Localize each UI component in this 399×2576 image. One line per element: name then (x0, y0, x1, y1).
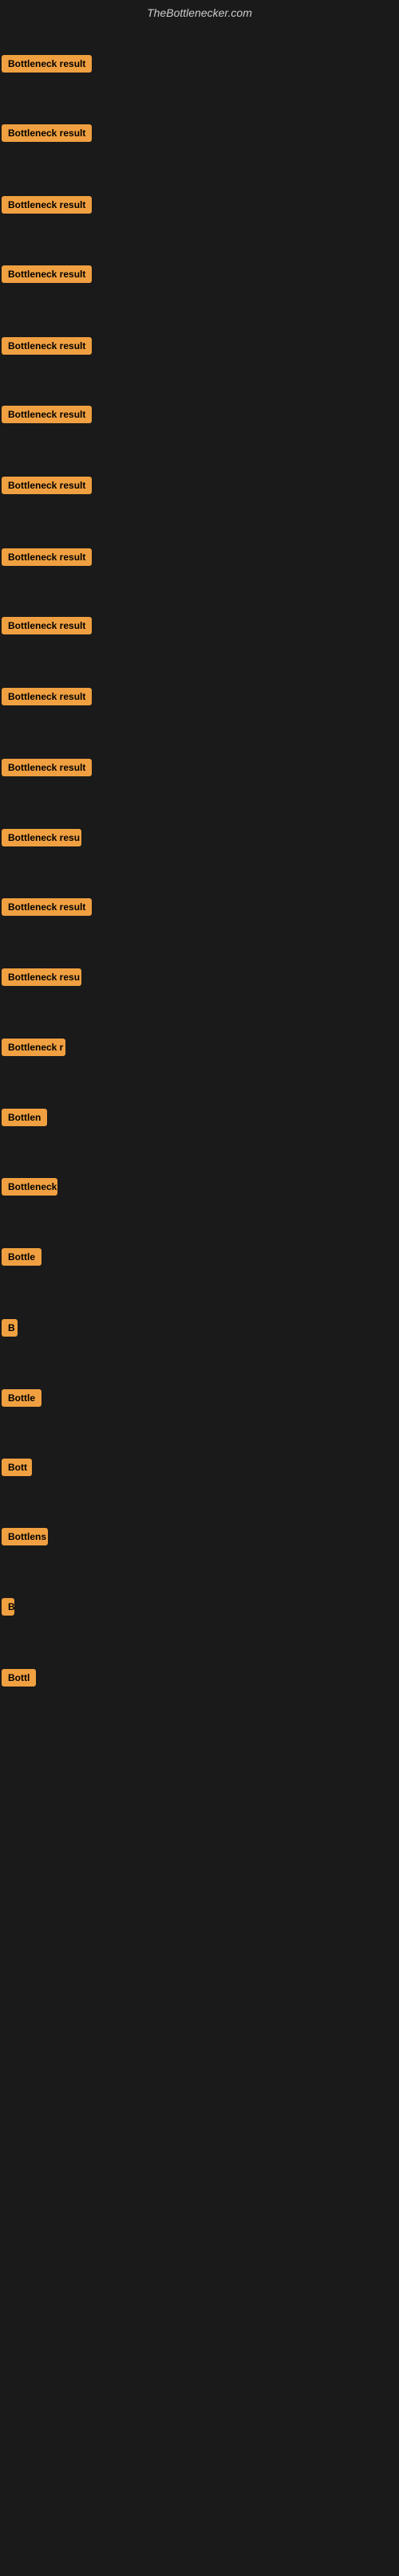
result-row-12: Bottleneck resu (2, 829, 81, 846)
result-row-4: Bottleneck result (2, 265, 92, 283)
bottleneck-badge-7[interactable]: Bottleneck result (2, 477, 92, 494)
result-row-5: Bottleneck result (2, 337, 92, 355)
bottleneck-badge-8[interactable]: Bottleneck result (2, 548, 92, 566)
result-row-24: Bottl (2, 1669, 36, 1687)
bottleneck-badge-1[interactable]: Bottleneck result (2, 55, 92, 73)
bottleneck-badge-22[interactable]: Bottlens (2, 1528, 48, 1545)
result-row-9: Bottleneck result (2, 617, 92, 634)
bottleneck-badge-20[interactable]: Bottle (2, 1389, 41, 1407)
result-row-13: Bottleneck result (2, 898, 92, 916)
bottleneck-badge-11[interactable]: Bottleneck result (2, 759, 92, 776)
result-row-18: Bottle (2, 1248, 41, 1266)
result-row-1: Bottleneck result (2, 55, 92, 73)
result-row-16: Bottlen (2, 1109, 47, 1126)
result-row-3: Bottleneck result (2, 196, 92, 214)
bottleneck-badge-5[interactable]: Bottleneck result (2, 337, 92, 355)
result-row-19: B (2, 1319, 18, 1337)
result-row-20: Bottle (2, 1389, 41, 1407)
bottleneck-badge-10[interactable]: Bottleneck result (2, 688, 92, 705)
result-row-15: Bottleneck r (2, 1039, 65, 1056)
bottleneck-badge-6[interactable]: Bottleneck result (2, 406, 92, 423)
bottleneck-badge-2[interactable]: Bottleneck result (2, 124, 92, 142)
bottleneck-badge-12[interactable]: Bottleneck resu (2, 829, 81, 846)
result-row-6: Bottleneck result (2, 406, 92, 423)
result-row-14: Bottleneck resu (2, 968, 81, 986)
bottleneck-badge-4[interactable]: Bottleneck result (2, 265, 92, 283)
bottleneck-badge-21[interactable]: Bott (2, 1459, 32, 1476)
result-row-21: Bott (2, 1459, 32, 1476)
result-row-7: Bottleneck result (2, 477, 92, 494)
bottleneck-badge-13[interactable]: Bottleneck result (2, 898, 92, 916)
result-row-10: Bottleneck result (2, 688, 92, 705)
result-row-8: Bottleneck result (2, 548, 92, 566)
bottleneck-badge-19[interactable]: B (2, 1319, 18, 1337)
bottleneck-badge-17[interactable]: Bottleneck (2, 1178, 57, 1196)
bottleneck-badge-16[interactable]: Bottlen (2, 1109, 47, 1126)
bottleneck-badge-23[interactable]: B (2, 1598, 14, 1616)
result-row-17: Bottleneck (2, 1178, 57, 1196)
bottleneck-badge-18[interactable]: Bottle (2, 1248, 41, 1266)
bottleneck-badge-14[interactable]: Bottleneck resu (2, 968, 81, 986)
bottleneck-badge-3[interactable]: Bottleneck result (2, 196, 92, 214)
result-row-22: Bottlens (2, 1528, 48, 1545)
result-row-23: B (2, 1598, 14, 1616)
bottleneck-badge-9[interactable]: Bottleneck result (2, 617, 92, 634)
result-row-2: Bottleneck result (2, 124, 92, 142)
bottleneck-badge-24[interactable]: Bottl (2, 1669, 36, 1687)
bottleneck-badge-15[interactable]: Bottleneck r (2, 1039, 65, 1056)
site-title: TheBottlenecker.com (0, 0, 399, 26)
result-row-11: Bottleneck result (2, 759, 92, 776)
